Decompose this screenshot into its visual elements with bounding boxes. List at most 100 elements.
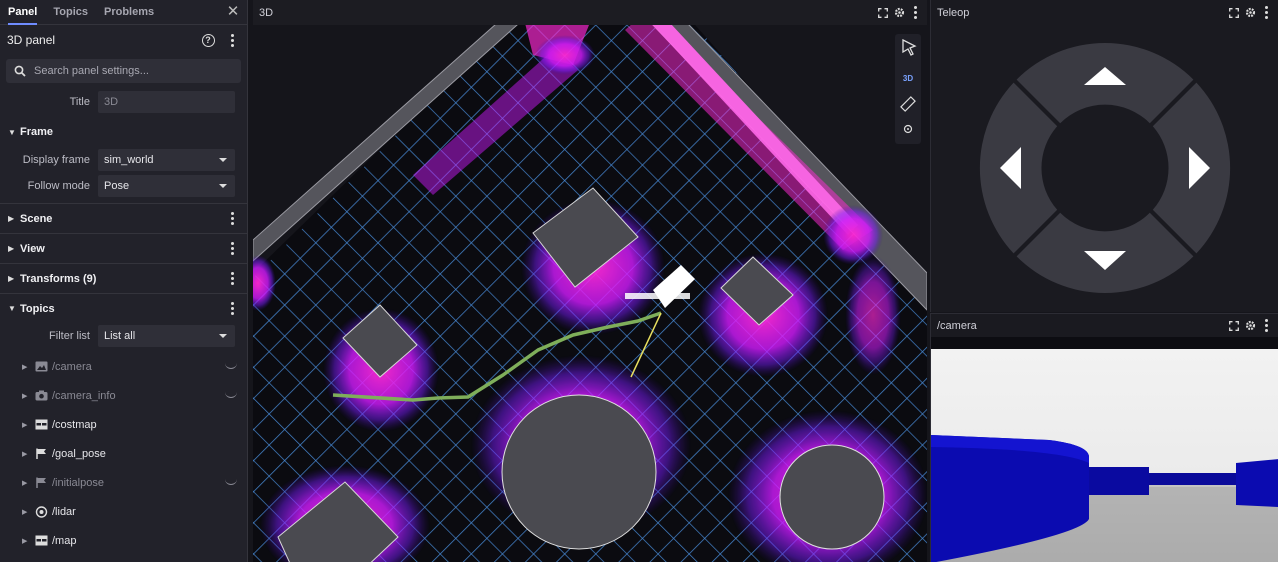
camera-obstacle-right	[1236, 459, 1278, 507]
help-icon[interactable]: ?	[199, 31, 217, 49]
chevron-right-icon: ▶	[8, 274, 15, 283]
section-topics-title: Topics	[20, 302, 55, 315]
gear-icon[interactable]	[1242, 5, 1258, 21]
fullscreen-icon[interactable]	[1226, 318, 1242, 334]
section-topics[interactable]: ▼ Topics	[0, 293, 247, 323]
flag-icon	[34, 448, 48, 459]
chevron-right-icon: ▶	[22, 392, 28, 400]
topic-goal-pose-label: /goal_pose	[52, 447, 106, 460]
eye-closed-icon[interactable]	[225, 392, 237, 398]
more-menu-icon[interactable]	[223, 210, 241, 228]
section-frame-title: Frame	[20, 126, 54, 138]
topic-lidar[interactable]: ▶ /lidar	[0, 497, 247, 526]
chevron-down-icon: ▼	[8, 127, 16, 137]
caret-down-icon	[219, 334, 227, 338]
3d-panel-header: 3D	[253, 0, 927, 25]
close-icon[interactable]: ✕	[225, 4, 241, 20]
camera-panel: /camera	[930, 313, 1278, 562]
section-scene[interactable]: ▶ Scene	[0, 203, 247, 233]
chevron-right-icon: ▶	[22, 537, 28, 545]
filter-list-row: Filter list List all	[0, 323, 247, 349]
topic-camera-label: /camera	[52, 360, 92, 373]
more-menu-icon[interactable]	[223, 270, 241, 288]
teleop-title: Teleop	[937, 6, 970, 19]
chevron-right-icon: ▶	[22, 508, 28, 516]
camera-icon	[34, 390, 48, 401]
section-frame[interactable]: ▼ Frame	[0, 117, 247, 147]
settings-sidebar: Panel Topics Problems ✕ 3D panel ? Title…	[0, 0, 248, 562]
more-menu-icon[interactable]	[1258, 318, 1274, 334]
camera-image	[931, 337, 1278, 562]
gear-icon[interactable]	[1242, 318, 1258, 334]
more-menu-icon[interactable]	[223, 240, 241, 258]
display-frame-select[interactable]: sim_world	[98, 149, 235, 171]
display-frame-row: Display frame sim_world	[0, 147, 247, 173]
section-transforms[interactable]: ▶ Transforms (9)	[0, 263, 247, 293]
topic-camera-info-label: /camera_info	[52, 389, 116, 402]
section-scene-title: Scene	[20, 212, 53, 225]
eye-closed-icon[interactable]	[225, 363, 237, 369]
teleop-up-button[interactable]	[1016, 42, 1194, 124]
topic-initialpose[interactable]: ▶ /initialpose	[0, 468, 247, 497]
chevron-right-icon: ▶	[22, 450, 28, 458]
search-input[interactable]	[34, 65, 224, 77]
gear-icon[interactable]	[891, 5, 907, 21]
more-menu-icon[interactable]	[1258, 5, 1274, 21]
topic-camera-info[interactable]: ▶ /camera_info	[0, 381, 247, 410]
camera-obstacle-wall	[1089, 467, 1149, 495]
follow-mode-select[interactable]: Pose	[98, 175, 235, 197]
filter-list-select[interactable]: List all	[98, 325, 235, 347]
follow-mode-label: Follow mode	[27, 180, 90, 192]
more-menu-icon[interactable]	[907, 5, 923, 21]
viewport-toolbar: 3D	[895, 34, 921, 144]
follow-mode-value: Pose	[104, 180, 130, 192]
title-label: Title	[69, 96, 90, 108]
teleop-header: Teleop	[931, 0, 1278, 25]
lidar-icon	[34, 505, 48, 518]
title-row: Title 3D	[0, 89, 247, 115]
topic-costmap[interactable]: ▶ /costmap	[0, 410, 247, 439]
follow-mode-row: Follow mode Pose	[0, 173, 247, 199]
flag-icon	[34, 477, 48, 488]
fullscreen-icon[interactable]	[1226, 5, 1242, 21]
search-box	[6, 59, 241, 83]
chevron-right-icon: ▶	[8, 244, 15, 253]
eye-closed-icon[interactable]	[225, 479, 237, 485]
3d-panel[interactable]: 3D 3D	[253, 0, 927, 562]
panel-title: 3D panel	[7, 33, 56, 47]
title-input[interactable]: 3D	[98, 91, 235, 113]
panel-header: 3D panel ?	[0, 25, 247, 55]
topic-costmap-label: /costmap	[52, 418, 97, 431]
caret-down-icon	[219, 158, 227, 162]
3d-viewport[interactable]: 3D	[253, 25, 927, 562]
more-menu-icon[interactable]	[223, 300, 241, 318]
section-transforms-title: Transforms (9)	[20, 272, 97, 285]
3d-panel-title: 3D	[259, 6, 274, 19]
teleop-down-button[interactable]	[1016, 212, 1194, 294]
3d-mode-toggle[interactable]: 3D	[903, 74, 913, 83]
section-view-title: View	[20, 242, 45, 255]
fullscreen-icon[interactable]	[875, 5, 891, 21]
robot-frame-label	[625, 293, 690, 299]
teleop-pad	[979, 42, 1231, 294]
image-icon	[34, 361, 48, 372]
filter-list-label: Filter list	[49, 330, 90, 342]
topic-initialpose-label: /initialpose	[52, 476, 104, 489]
chevron-down-icon: ▼	[8, 304, 16, 313]
chevron-right-icon: ▶	[8, 214, 15, 223]
chevron-right-icon: ▶	[22, 421, 28, 429]
more-menu-icon[interactable]	[223, 31, 241, 49]
camera-header: /camera	[931, 314, 1278, 337]
topic-lidar-label: /lidar	[52, 505, 76, 518]
filter-list-value: List all	[104, 330, 136, 342]
topic-camera[interactable]: ▶ /camera	[0, 352, 247, 381]
tab-panel[interactable]: Panel	[0, 0, 45, 25]
tab-problems[interactable]: Problems	[96, 0, 162, 25]
section-view[interactable]: ▶ View	[0, 233, 247, 263]
tab-topics[interactable]: Topics	[45, 0, 96, 25]
teleop-panel: Teleop	[930, 0, 1278, 312]
chevron-right-icon: ▶	[22, 363, 28, 371]
display-frame-label: Display frame	[22, 154, 90, 166]
topic-map[interactable]: ▶ /map	[0, 526, 247, 555]
topic-goal-pose[interactable]: ▶ /goal_pose	[0, 439, 247, 468]
